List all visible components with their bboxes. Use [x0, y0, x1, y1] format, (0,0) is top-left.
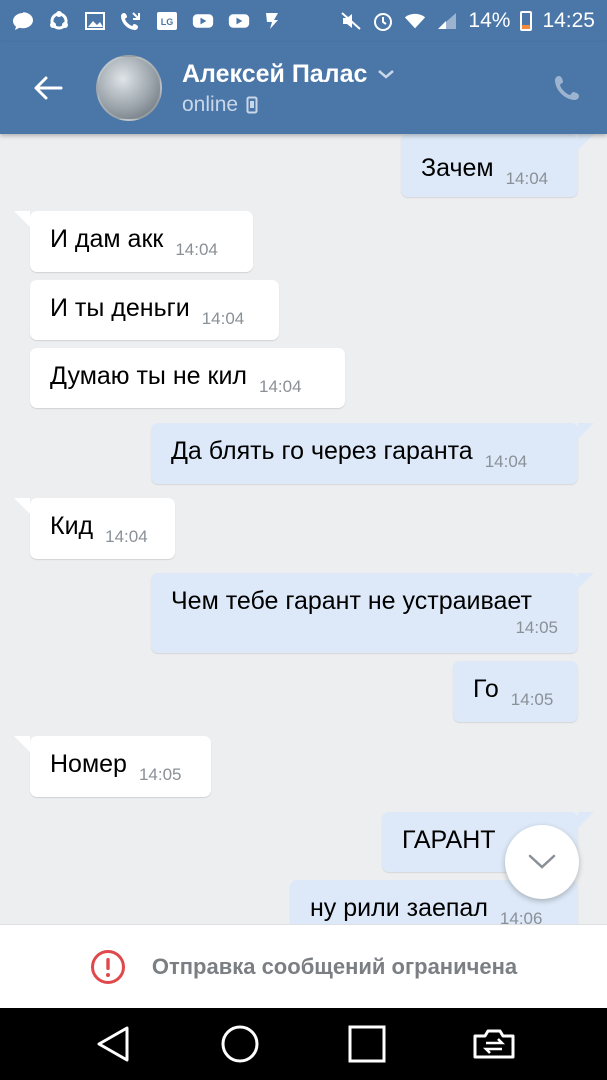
mobile-icon	[246, 96, 258, 113]
message-text: Чем тебе гарант не устраивает	[171, 587, 532, 615]
restriction-text: Отправка сообщений ограничена	[151, 953, 518, 979]
wifi-icon	[404, 11, 426, 31]
signal-icon	[436, 11, 458, 31]
missed-call-icon	[120, 11, 142, 31]
status-bar: LG 14% 14:25	[0, 0, 607, 42]
message-time: 14:04	[484, 452, 528, 471]
message-bubble[interactable]: Кид 14:04	[14, 498, 175, 559]
dual-window-icon	[473, 1029, 515, 1059]
alert-circle-icon	[90, 949, 125, 984]
message-time: 14:04	[201, 309, 245, 328]
avatar[interactable]	[96, 55, 162, 121]
message-bubble[interactable]: И ты деньги 14:04	[30, 280, 279, 340]
message-bubble[interactable]: Го 14:05	[453, 661, 578, 722]
message-time: 14:04	[259, 377, 302, 396]
message-list[interactable]: Зачем 14:04 И дам акк 14:04 И ты деньги 14:…	[0, 134, 607, 924]
svg-text:LG: LG	[161, 17, 174, 27]
message-text: ГАРАНТ	[402, 826, 496, 854]
message-time: 14:04	[105, 527, 148, 546]
message-text: Кид	[50, 512, 94, 540]
message-text: Го	[473, 675, 499, 703]
phone-icon	[555, 76, 579, 100]
mute-icon	[340, 11, 362, 31]
nav-recents-button[interactable]	[337, 1014, 397, 1074]
battery-percent: 14%	[468, 9, 511, 32]
square-recents-icon	[348, 1025, 386, 1063]
contact-status: online	[182, 92, 239, 116]
message-time: 14:05	[510, 690, 554, 709]
message-time: 14:05	[138, 765, 182, 784]
alarm-icon	[372, 11, 394, 31]
message-bubble[interactable]: Зачем 14:04	[401, 134, 594, 197]
message-time: 14:04	[505, 169, 549, 188]
arrow-left-icon	[34, 76, 63, 100]
message-time: 14:04	[175, 240, 218, 259]
message-text: Зачем	[421, 154, 494, 182]
nav-back-button[interactable]	[83, 1014, 143, 1074]
send-restricted-bar: Отправка сообщений ограничена	[0, 924, 607, 1008]
message-time: 14:05	[515, 617, 558, 637]
message-text: Да блять го через гаранта	[171, 437, 473, 465]
chat-header: Алексей Палас online	[0, 42, 607, 134]
message-text: ну рили заепал	[310, 894, 488, 922]
contact-name: Алексей Палас	[182, 59, 368, 88]
back-button[interactable]	[0, 42, 96, 134]
message-text: Думаю ты не кил	[50, 362, 247, 390]
scroll-down-button[interactable]	[505, 825, 579, 899]
youtube-icon	[228, 11, 250, 31]
contact-info[interactable]: Алексей Палас online	[182, 60, 395, 117]
triangle-back-icon	[97, 1026, 129, 1062]
message-bubble[interactable]: И дам акк 14:04	[14, 211, 253, 272]
message-bubble[interactable]: Номер 14:05	[14, 736, 211, 797]
message-text: И дам акк	[50, 225, 164, 253]
message-text: И ты деньги	[50, 294, 190, 322]
battery-icon	[520, 11, 533, 31]
chevron-down-icon	[378, 70, 395, 79]
status-time: 14:25	[542, 9, 595, 32]
message-text: Номер	[50, 750, 127, 778]
nav-switch-button[interactable]	[464, 1014, 524, 1074]
contact-status-row: online	[182, 93, 395, 117]
chevron-down-icon	[528, 854, 556, 869]
call-button[interactable]	[527, 42, 607, 134]
sync-icon	[48, 11, 70, 31]
youtube-icon	[192, 11, 214, 31]
contact-name-row: Алексей Палас	[182, 60, 395, 89]
message-bubble[interactable]: Да блять го через гаранта 14:04	[151, 423, 594, 484]
navigation-bar	[0, 1008, 607, 1080]
message-time: 14:06	[499, 909, 543, 924]
check-icon	[264, 11, 286, 31]
message-bubble[interactable]: Чем тебе гарант не устраивает 14:05	[151, 573, 594, 653]
nav-home-button[interactable]	[210, 1014, 270, 1074]
lg-icon: LG	[156, 11, 178, 31]
message-bubble[interactable]: Думаю ты не кил 14:04	[30, 348, 345, 408]
gallery-icon	[84, 11, 106, 31]
message-icon	[12, 11, 34, 31]
circle-home-icon	[221, 1025, 259, 1063]
